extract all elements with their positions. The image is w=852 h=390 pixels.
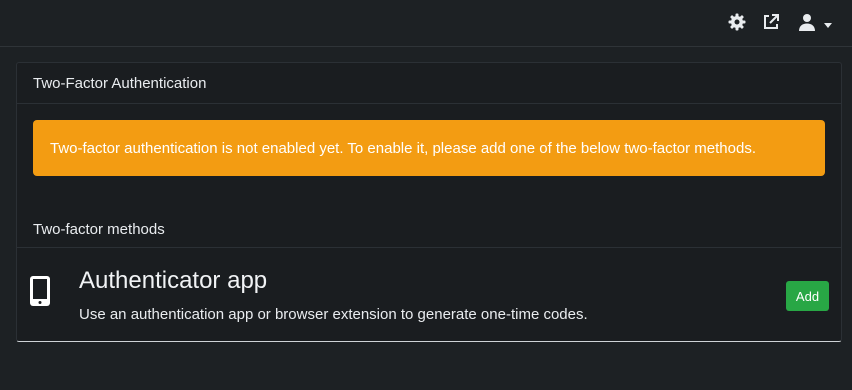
warning-alert: Two-factor authentication is not enabled… [33,120,825,176]
method-row-authenticator: Authenticator app Use an authentication … [17,249,841,341]
two-factor-card: Two-Factor Authentication Two-factor aut… [16,62,842,342]
gear-icon[interactable] [726,11,748,33]
external-link-icon[interactable] [760,11,782,33]
method-title: Authenticator app [79,267,268,294]
user-icon[interactable] [796,11,818,33]
method-description: Use an authentication app or browser ext… [79,306,588,323]
mobile-phone-icon [29,275,51,307]
add-authenticator-button[interactable]: Add [786,281,829,311]
section-title: Two-factor methods [17,211,841,248]
card-title: Two-Factor Authentication [17,63,841,104]
caret-down-icon[interactable] [822,14,834,36]
top-navbar [0,0,852,47]
